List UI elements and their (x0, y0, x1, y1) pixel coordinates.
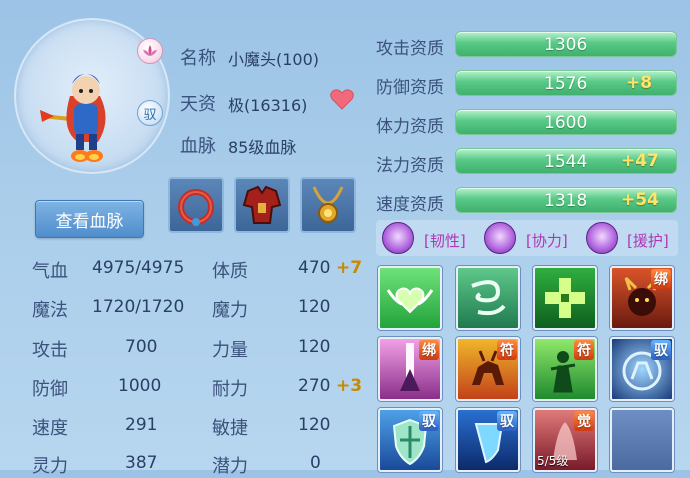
skill-rune-badge: 符 (574, 340, 594, 360)
equipment-slot-amulet[interactable] (300, 177, 356, 233)
skill-light-pillar-icon[interactable]: 绑 (378, 337, 442, 401)
agility-value: 120 (298, 415, 331, 435)
skill-figure-rune-icon[interactable]: 符 (533, 337, 597, 401)
skill-heart-wings-icon[interactable] (378, 266, 442, 330)
potential-value: 0 (310, 453, 321, 473)
armor-icon (242, 185, 282, 224)
aptitude-label-defense: 防御资质 (376, 78, 444, 98)
heart-icon[interactable] (330, 88, 354, 110)
pet-figure-image (40, 74, 106, 162)
skill-bind-badge: 绑 (419, 340, 439, 360)
name-value: 小魔头(100) (228, 50, 320, 69)
constitution-value: 470 (298, 258, 331, 278)
aptitude-value-attack: 1306 (544, 35, 588, 55)
mp-value: 1720/1720 (92, 297, 185, 317)
skill-demon-bind-icon[interactable]: 绑 (610, 266, 674, 330)
aptitude-label-stamina: 体力资质 (376, 117, 444, 137)
trait-cooperation-label[interactable]: [协力] (526, 230, 568, 251)
constitution-label: 体质 (212, 261, 248, 282)
trait-tenacity-label[interactable]: [韧性] (424, 230, 466, 251)
aptitude-value-speed: 1318 (544, 191, 588, 211)
skill-control-badge: 驭 (419, 411, 439, 431)
aptitude-bonus-mana: +47 (621, 151, 659, 171)
aptitude-label-speed: 速度资质 (376, 195, 444, 215)
strength-label: 力量 (212, 340, 248, 361)
skill-bind-badge: 绑 (651, 269, 671, 289)
trait-tenacity-icon[interactable] (382, 222, 414, 254)
talent-value: 极(16316) (228, 96, 308, 115)
skill-wind-swirl-icon[interactable] (456, 266, 520, 330)
agility-label: 敏捷 (212, 418, 248, 439)
spirit-label: 灵力 (32, 456, 68, 477)
constitution-bonus: +7 (336, 258, 363, 278)
strength-value: 120 (298, 337, 331, 357)
endurance-label: 耐力 (212, 379, 248, 400)
talent-label: 天资 (180, 94, 216, 115)
trait-cooperation-icon[interactable] (484, 222, 516, 254)
magic-power-label: 魔力 (212, 300, 248, 321)
skill-level-text: 5/5级 (537, 454, 569, 468)
skill-shield-control-icon[interactable]: 驭 (378, 408, 442, 472)
skill-empty-slot[interactable] (610, 408, 674, 472)
speed-label: 速度 (32, 418, 68, 439)
aptitude-bonus-defense: +8 (626, 73, 653, 93)
name-label: 名称 (180, 48, 216, 69)
hp-label: 气血 (32, 261, 68, 282)
defense-label: 防御 (32, 379, 68, 400)
skill-control-badge: 驭 (651, 340, 671, 360)
equipment-slot-armor[interactable] (234, 177, 290, 233)
skill-green-cross-icon[interactable] (533, 266, 597, 330)
skill-half-shield-control-icon[interactable]: 驭 (456, 408, 520, 472)
view-bloodline-button[interactable]: 查看血脉 (35, 200, 144, 238)
aptitude-bonus-speed: +54 (621, 190, 659, 210)
aptitude-label-attack: 攻击资质 (376, 39, 444, 59)
magic-power-value: 120 (298, 297, 331, 317)
collar-icon (178, 189, 214, 226)
trait-support-label[interactable]: [援护] (627, 230, 669, 251)
equipment-slot-collar[interactable] (168, 177, 224, 233)
aptitude-value-defense: 1576 (544, 74, 588, 94)
attack-value: 700 (125, 337, 158, 357)
aptitude-label-mana: 法力资质 (376, 156, 444, 176)
skill-blue-beast-control-icon[interactable]: 驭 (610, 337, 674, 401)
mp-label: 魔法 (32, 300, 68, 321)
bloodline-value: 85级血脉 (228, 138, 297, 157)
lotus-icon (137, 38, 163, 64)
hp-value: 4975/4975 (92, 258, 185, 278)
trait-support-icon[interactable] (586, 222, 618, 254)
defense-value: 1000 (118, 376, 162, 396)
aptitude-value-mana: 1544 (544, 152, 588, 172)
skill-control-badge: 驭 (497, 411, 517, 431)
control-badge-icon: 驭 (137, 100, 163, 126)
skill-rune-badge: 符 (497, 340, 517, 360)
spirit-value: 387 (125, 453, 158, 473)
aptitude-value-stamina: 1600 (544, 113, 588, 133)
endurance-value: 270 (298, 376, 331, 396)
bloodline-label: 血脉 (180, 136, 216, 157)
skill-beast-rune-icon[interactable]: 符 (456, 337, 520, 401)
skill-awakening-icon[interactable]: 觉 5/5级 (533, 408, 597, 472)
attack-label: 攻击 (32, 340, 68, 361)
endurance-bonus: +3 (336, 376, 363, 396)
potential-label: 潜力 (212, 456, 248, 477)
amulet-icon (312, 186, 344, 223)
skill-awakening-badge: 觉 (574, 411, 594, 431)
speed-value: 291 (125, 415, 158, 435)
